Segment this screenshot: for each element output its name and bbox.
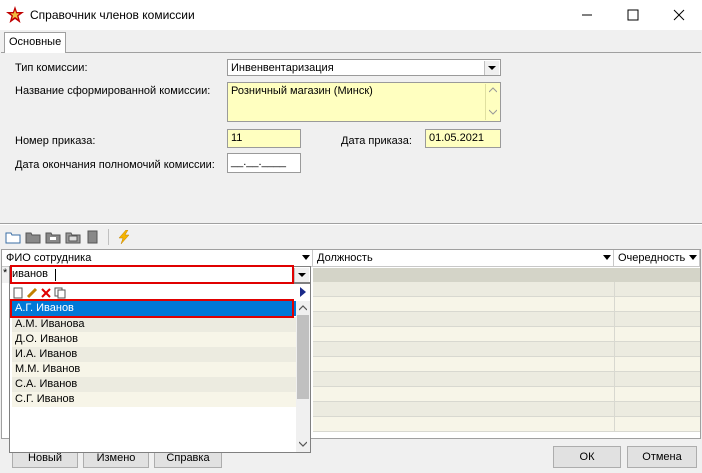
- maximize-icon: [627, 9, 639, 21]
- cancel-button[interactable]: Отмена: [627, 446, 697, 468]
- order-date-label: Дата приказа:: [341, 135, 412, 147]
- dropdown-item[interactable]: Д.О. Иванов: [12, 332, 296, 347]
- scroll-up-icon[interactable]: [299, 305, 307, 311]
- end-date-field[interactable]: __.__.____: [227, 153, 301, 173]
- table-row[interactable]: [313, 327, 700, 342]
- title-bar: Справочник членов комиссии: [0, 0, 702, 30]
- dropdown-item[interactable]: А.М. Иванова: [12, 317, 296, 332]
- order-number-field[interactable]: 11: [227, 129, 301, 148]
- chevron-down-icon: [298, 273, 306, 277]
- panel-splitter[interactable]: [0, 223, 702, 225]
- table-row[interactable]: [313, 417, 700, 432]
- column-header-order[interactable]: Очередность: [614, 250, 700, 267]
- table-row[interactable]: [313, 387, 700, 402]
- folder-copy-icon[interactable]: [65, 230, 81, 244]
- dropdown-empty-area: [12, 408, 296, 452]
- commission-name-scrollbar[interactable]: [485, 84, 499, 120]
- order-date-field[interactable]: 01.05.2021: [425, 129, 501, 148]
- column-header-order-label: Очередность: [618, 252, 686, 264]
- table-row[interactable]: [313, 342, 700, 357]
- scroll-down-icon[interactable]: [299, 441, 307, 447]
- dropdown-item[interactable]: С.Г. Иванов: [12, 392, 296, 407]
- sort-dropdown-icon[interactable]: [603, 255, 611, 260]
- app-star-icon: [6, 6, 24, 23]
- column-header-position[interactable]: Должность: [313, 250, 614, 267]
- order-number-label: Номер приказа:: [15, 135, 96, 147]
- scroll-up-icon: [489, 87, 497, 93]
- table-row[interactable]: [313, 357, 700, 372]
- scrollbar-thumb[interactable]: [297, 315, 309, 399]
- table-row[interactable]: [313, 372, 700, 387]
- maximize-button[interactable]: [610, 0, 656, 30]
- dropdown-scrollbar[interactable]: [296, 301, 310, 452]
- commission-name-label: Название сформированной комиссии:: [15, 85, 211, 97]
- dropdown-item[interactable]: С.А. Иванов: [12, 377, 296, 392]
- copy-icon[interactable]: [54, 287, 66, 299]
- folder-new-icon[interactable]: [5, 230, 21, 244]
- folder-edit-icon[interactable]: [45, 230, 61, 244]
- edit-pencil-icon[interactable]: [26, 287, 38, 299]
- chevron-down-icon: [488, 66, 496, 70]
- close-button[interactable]: [656, 0, 702, 30]
- employee-dropdown-button[interactable]: [294, 268, 309, 282]
- column-header-position-label: Должность: [317, 252, 373, 264]
- table-row[interactable]: [313, 282, 700, 297]
- selection-highlight-box: [10, 299, 294, 318]
- commission-type-dropdown-button[interactable]: [484, 61, 499, 75]
- commission-name-field[interactable]: Розничный магазин (Минск): [227, 82, 501, 122]
- commission-type-select[interactable]: Инвенвентаризация: [227, 59, 501, 76]
- lightning-icon[interactable]: [116, 230, 132, 244]
- end-date-label: Дата окончания полномочий комиссии:: [15, 159, 215, 171]
- sort-dropdown-icon[interactable]: [689, 255, 697, 260]
- new-doc-icon[interactable]: [12, 287, 24, 299]
- sort-dropdown-icon[interactable]: [302, 255, 310, 260]
- document-icon[interactable]: [85, 230, 101, 244]
- search-highlight-box: [10, 265, 294, 284]
- delete-icon[interactable]: [40, 287, 52, 299]
- commission-type-value: Инвенвентаризация: [231, 62, 334, 74]
- arrow-right-icon[interactable]: [299, 287, 307, 297]
- folder-open-icon[interactable]: [25, 230, 41, 244]
- table-row[interactable]: [313, 312, 700, 327]
- minimize-button[interactable]: [564, 0, 610, 30]
- tab-main[interactable]: Основные: [4, 32, 66, 53]
- scroll-down-icon: [489, 109, 497, 115]
- table-row[interactable]: [313, 402, 700, 417]
- ok-button[interactable]: ОК: [553, 446, 621, 468]
- commission-type-label: Тип комиссии:: [15, 62, 88, 74]
- minimize-icon: [582, 14, 592, 16]
- grid-toolbar: [5, 228, 155, 246]
- dropdown-item[interactable]: М.М. Иванов: [12, 362, 296, 377]
- dropdown-toolbar: [12, 286, 296, 300]
- dropdown-item[interactable]: И.А. Иванов: [12, 347, 296, 362]
- commission-name-value: Розничный магазин (Минск): [231, 85, 373, 97]
- active-row-cells[interactable]: [313, 268, 700, 282]
- close-icon: [673, 9, 685, 21]
- table-row[interactable]: [313, 297, 700, 312]
- toolbar-separator: [108, 229, 109, 245]
- window-title: Справочник членов комиссии: [30, 8, 195, 22]
- column-header-fio-label: ФИО сотрудника: [6, 252, 92, 264]
